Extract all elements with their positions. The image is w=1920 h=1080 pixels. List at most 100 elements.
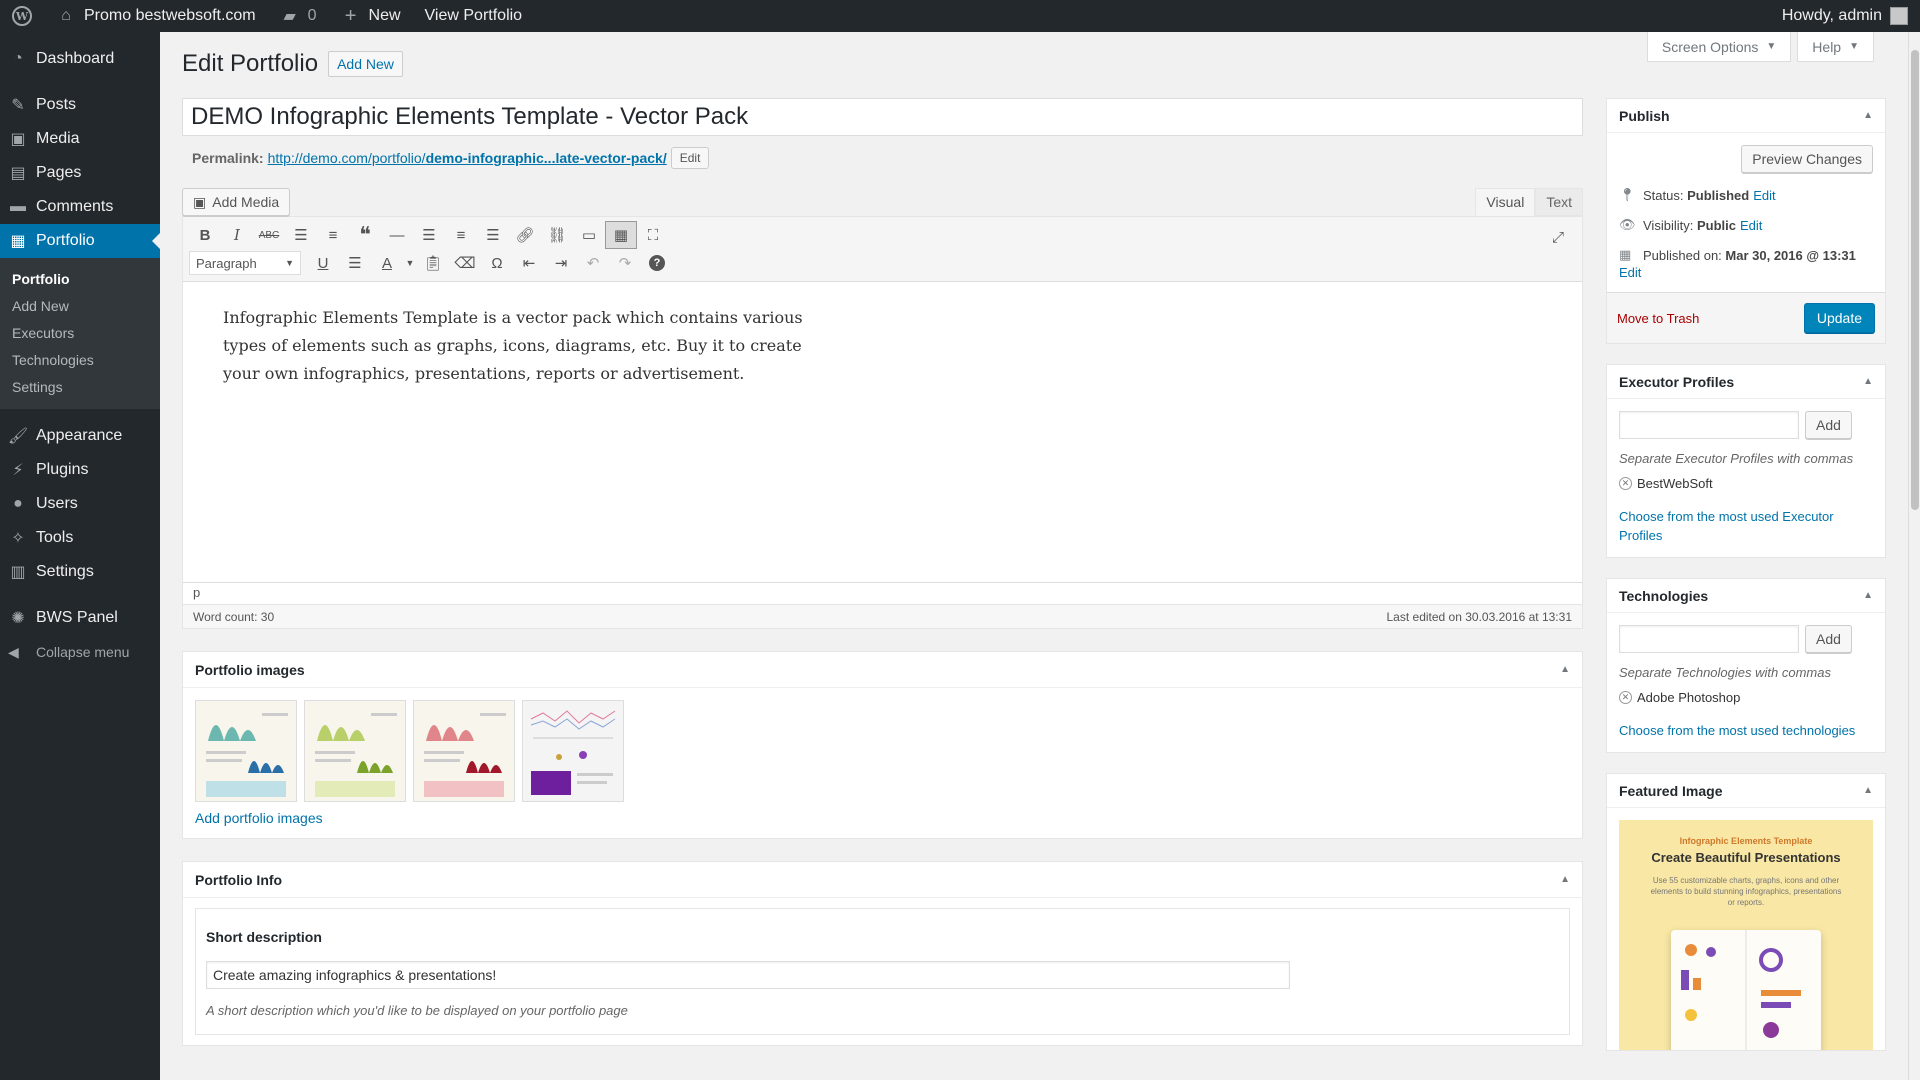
submenu-item-add-new[interactable]: Add New: [0, 293, 160, 320]
read-more-icon[interactable]: ▭: [573, 221, 605, 249]
featured-image-header[interactable]: Featured Image ▲: [1607, 774, 1885, 808]
underline-icon[interactable]: U: [307, 249, 339, 277]
outdent-icon[interactable]: ⇤: [513, 249, 545, 277]
align-center-icon[interactable]: ≡: [445, 221, 477, 249]
collapse-arrow-icon[interactable]: ▲: [1560, 664, 1570, 675]
help-icon[interactable]: ?: [641, 249, 673, 277]
sidebar-item-users[interactable]: ● Users: [0, 487, 160, 521]
toolbar-toggle-icon[interactable]: ▦: [605, 221, 637, 249]
publish-header[interactable]: Publish ▲: [1607, 99, 1885, 133]
move-to-trash-link[interactable]: Move to Trash: [1617, 311, 1699, 326]
view-portfolio-link[interactable]: View Portfolio: [413, 0, 535, 32]
howdy-account-link[interactable]: Howdy, admin: [1782, 7, 1882, 25]
portfolio-images-header[interactable]: Portfolio images ▲: [183, 652, 1582, 688]
sidebar-item-media[interactable]: ▣ Media: [0, 122, 160, 156]
clear-formatting-icon[interactable]: ⌫: [449, 249, 481, 277]
align-right-icon[interactable]: ☰: [477, 221, 509, 249]
editor-content[interactable]: Infographic Elements Template is a vecto…: [183, 282, 1582, 582]
edit-status-link[interactable]: Edit: [1753, 188, 1775, 203]
submenu-item-executors[interactable]: Executors: [0, 320, 160, 347]
portfolio-info-header[interactable]: Portfolio Info ▲: [183, 862, 1582, 898]
bold-icon[interactable]: B: [189, 221, 221, 249]
choose-technologies-link[interactable]: Choose from the most used technologies: [1619, 721, 1873, 740]
undo-icon[interactable]: ↶: [577, 249, 609, 277]
portfolio-image-thumb[interactable]: [195, 700, 297, 802]
new-content-link[interactable]: + New: [329, 0, 413, 32]
distraction-free-icon[interactable]: ⛶: [637, 221, 669, 249]
sidebar-item-tools[interactable]: ✧ Tools: [0, 521, 160, 555]
submenu-item-settings[interactable]: Settings: [0, 374, 160, 401]
add-media-button[interactable]: ▣ Add Media: [182, 188, 291, 216]
technologies-header[interactable]: Technologies ▲: [1607, 579, 1885, 613]
sidebar-item-appearance[interactable]: 🖌︎ Appearance: [0, 419, 160, 453]
numbered-list-icon[interactable]: ≡: [317, 221, 349, 249]
edit-visibility-link[interactable]: Edit: [1740, 218, 1762, 233]
collapse-menu-button[interactable]: ◀ Collapse menu: [0, 635, 160, 669]
post-title-input[interactable]: DEMO Infographic Elements Template - Vec…: [182, 98, 1583, 136]
page-scrollbar[interactable]: [1908, 32, 1920, 1080]
tab-visual[interactable]: Visual: [1475, 188, 1536, 216]
sidebar-item-bws-panel[interactable]: ✺ BWS Panel: [0, 601, 160, 635]
collapse-arrow-icon[interactable]: ▲: [1863, 785, 1873, 796]
italic-icon[interactable]: I: [221, 221, 253, 249]
update-button[interactable]: Update: [1803, 303, 1875, 333]
sidebar-item-comments[interactable]: ▬ Comments: [0, 190, 160, 224]
choose-executors-link[interactable]: Choose from the most used Executor Profi…: [1619, 507, 1873, 545]
technology-input[interactable]: [1619, 625, 1799, 653]
portfolio-image-thumb[interactable]: [413, 700, 515, 802]
screen-options-button[interactable]: Screen Options ▼: [1646, 32, 1792, 62]
sidebar-item-posts[interactable]: ✎ Posts: [0, 88, 160, 122]
unlink-icon[interactable]: ⛓︎: [541, 221, 573, 249]
sidebar-item-portfolio[interactable]: ▦ Portfolio: [0, 224, 160, 258]
sidebar-item-settings[interactable]: ▥ Settings: [0, 555, 160, 589]
help-button[interactable]: Help ▼: [1797, 32, 1874, 62]
site-name-link[interactable]: ⌂ Promo bestwebsoft.com: [44, 0, 268, 32]
collapse-arrow-icon[interactable]: ▲: [1863, 110, 1873, 121]
special-character-icon[interactable]: Ω: [481, 249, 513, 277]
indent-icon[interactable]: ⇥: [545, 249, 577, 277]
add-technology-button[interactable]: Add: [1805, 625, 1852, 653]
portfolio-image-thumb[interactable]: [304, 700, 406, 802]
portfolio-image-thumb[interactable]: [522, 700, 624, 802]
fullscreen-icon[interactable]: ⤢: [1542, 223, 1574, 251]
align-left-icon[interactable]: ☰: [413, 221, 445, 249]
tab-text[interactable]: Text: [1535, 188, 1583, 216]
short-description-input[interactable]: Create amazing infographics & presentati…: [206, 961, 1290, 989]
executor-profiles-header[interactable]: Executor Profiles ▲: [1607, 365, 1885, 399]
featured-image[interactable]: Infographic Elements Template Create Bea…: [1619, 820, 1873, 1050]
paste-text-icon[interactable]: 📋︎: [417, 249, 449, 277]
collapse-arrow-icon[interactable]: ▲: [1560, 874, 1570, 885]
sidebar-item-dashboard[interactable]: ◔ Dashboard: [0, 42, 160, 76]
strikethrough-icon[interactable]: ABC: [253, 221, 285, 249]
format-select[interactable]: Paragraph ▼: [189, 251, 301, 275]
edit-permalink-button[interactable]: Edit: [670, 147, 710, 169]
text-color-icon[interactable]: A: [371, 249, 403, 277]
add-portfolio-images-link[interactable]: Add portfolio images: [195, 810, 323, 826]
avatar[interactable]: [1890, 7, 1908, 25]
collapse-arrow-icon[interactable]: ▲: [1863, 376, 1873, 387]
blockquote-icon[interactable]: ❝: [349, 221, 381, 249]
submenu-item-portfolio[interactable]: Portfolio: [0, 266, 160, 293]
link-icon[interactable]: 🔗︎: [509, 221, 541, 249]
text-color-dropdown-icon[interactable]: ▼: [403, 249, 417, 277]
bullet-list-icon[interactable]: ☰: [285, 221, 317, 249]
comments-link[interactable]: ▰ 0: [268, 0, 329, 32]
sidebar-item-pages[interactable]: ▤ Pages: [0, 156, 160, 190]
remove-tag-icon[interactable]: ✕: [1619, 691, 1632, 704]
edit-date-link[interactable]: Edit: [1619, 265, 1641, 280]
remove-tag-icon[interactable]: ✕: [1619, 477, 1632, 490]
sidebar-item-label: Portfolio: [36, 232, 95, 249]
add-new-button[interactable]: Add New: [328, 51, 403, 77]
horizontal-line-icon[interactable]: —: [381, 221, 413, 249]
executor-profile-input[interactable]: [1619, 411, 1799, 439]
justify-icon[interactable]: ☰: [339, 249, 371, 277]
scrollbar-thumb[interactable]: [1911, 50, 1919, 510]
sidebar-item-plugins[interactable]: ⚡︎ Plugins: [0, 453, 160, 487]
redo-icon[interactable]: ↷: [609, 249, 641, 277]
wp-logo-button[interactable]: W: [0, 0, 44, 32]
preview-changes-button[interactable]: Preview Changes: [1741, 145, 1873, 173]
submenu-item-technologies[interactable]: Technologies: [0, 347, 160, 374]
add-executor-button[interactable]: Add: [1805, 411, 1852, 439]
permalink-link[interactable]: http://demo.com/portfolio/demo-infograph…: [268, 150, 667, 166]
collapse-arrow-icon[interactable]: ▲: [1863, 590, 1873, 601]
